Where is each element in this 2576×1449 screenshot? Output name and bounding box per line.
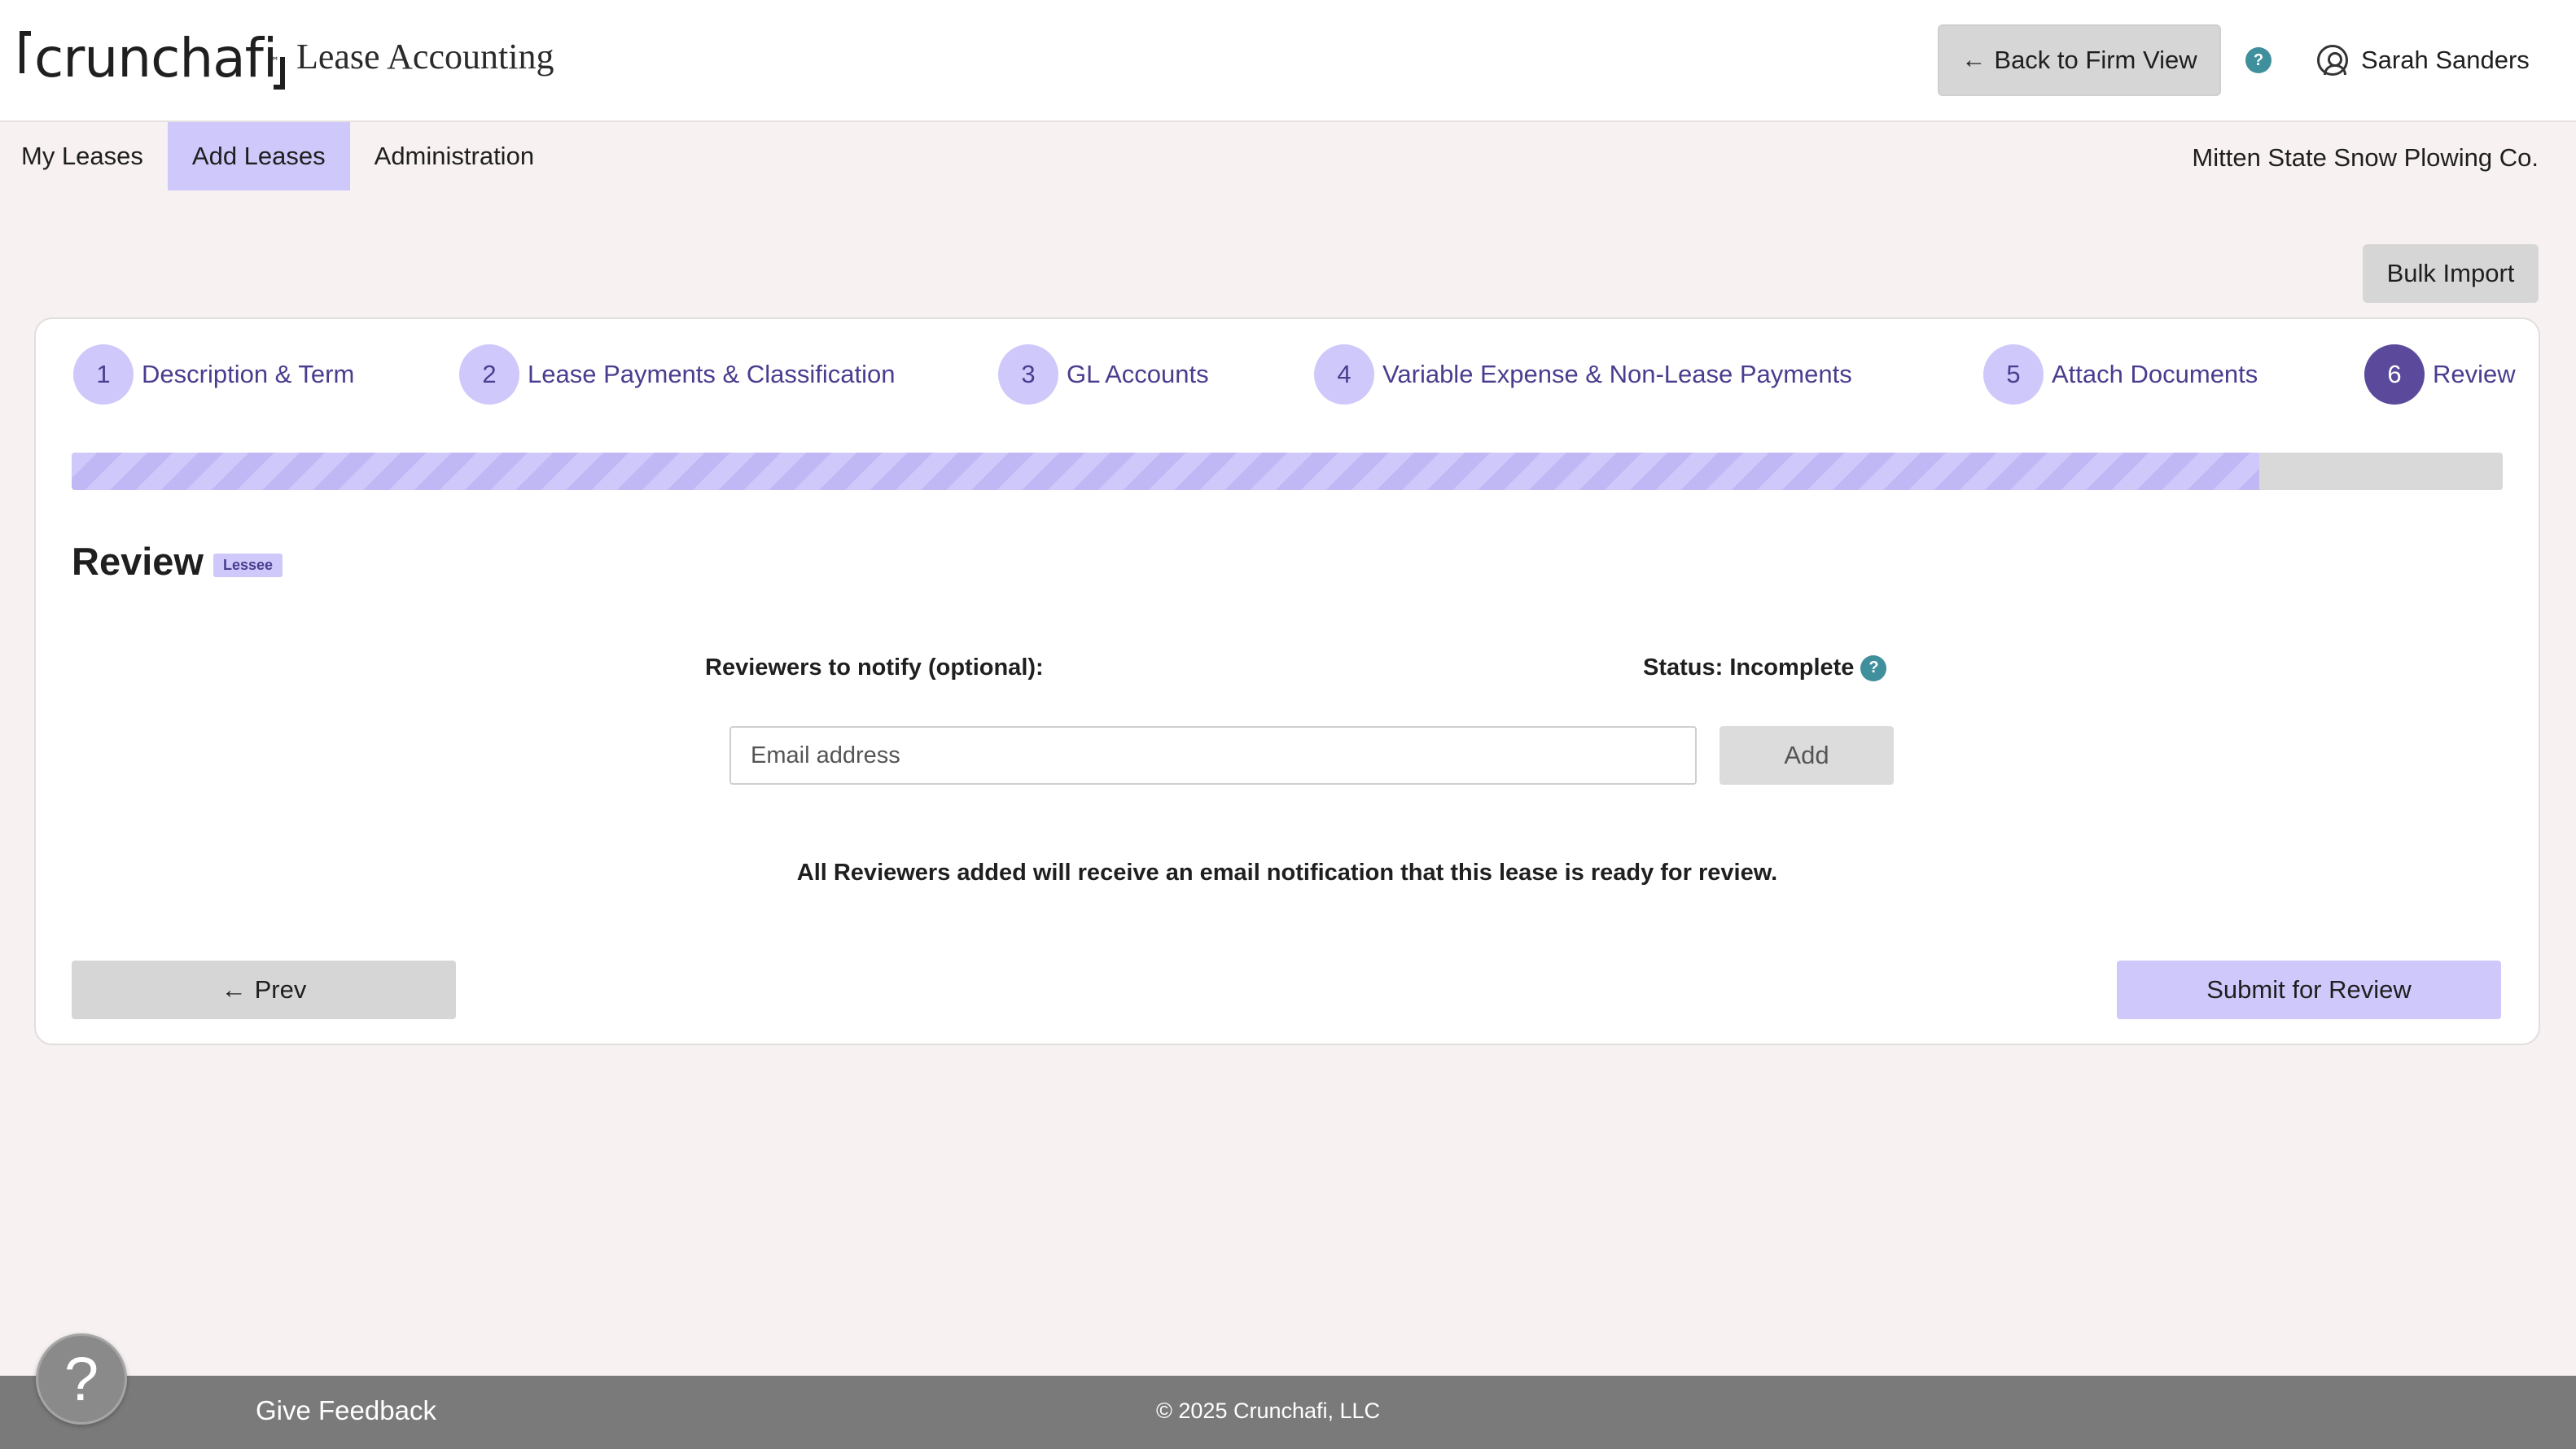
user-menu[interactable]: Sarah Sanders xyxy=(2317,41,2530,80)
reviewer-notice: All Reviewers added will receive an emai… xyxy=(796,860,1778,886)
step-label: Description & Term xyxy=(142,360,355,388)
step-variable-expense[interactable]: 4 Variable Expense & Non-Lease Payments xyxy=(1314,344,1852,405)
submit-for-review-button[interactable]: Submit for Review xyxy=(2117,961,2501,1019)
step-label: Variable Expense & Non-Lease Payments xyxy=(1382,360,1852,388)
prev-button[interactable]: ← Prev xyxy=(72,961,456,1019)
step-label: GL Accounts xyxy=(1067,360,1209,388)
step-label: Attach Documents xyxy=(2052,360,2258,388)
user-name: Sarah Sanders xyxy=(2361,46,2530,74)
step-number: 5 xyxy=(1983,344,2044,405)
logo-trademark: ™ xyxy=(268,55,279,68)
status-help-icon[interactable]: ? xyxy=(1860,654,1887,681)
step-lease-payments[interactable]: 2 Lease Payments & Classification xyxy=(459,344,895,405)
review-title-text: Review xyxy=(72,540,204,583)
step-gl-accounts[interactable]: 3 GL Accounts xyxy=(998,344,1209,405)
step-label: Review xyxy=(2433,360,2516,388)
lease-wizard-card: 1 Description & Term 2 Lease Payments & … xyxy=(34,317,2540,1045)
lessee-badge: Lessee xyxy=(212,554,283,577)
prev-label: Prev xyxy=(254,975,307,1004)
wizard-steps: 1 Description & Term 2 Lease Payments & … xyxy=(73,344,2516,405)
user-avatar-icon xyxy=(2317,45,2348,76)
wizard-progress-bar xyxy=(72,453,2503,490)
nav-add-leases[interactable]: Add Leases xyxy=(167,122,350,190)
step-number: 1 xyxy=(73,344,134,405)
step-number: 3 xyxy=(998,344,1058,405)
product-name: Lease Accounting xyxy=(296,37,554,77)
page-title: Review Lessee xyxy=(72,539,283,584)
reviewer-email-input[interactable] xyxy=(729,726,1697,785)
logo-bracket-mark xyxy=(20,31,31,73)
status-text: Status: Incomplete xyxy=(1643,654,1855,681)
step-attach-documents[interactable]: 5 Attach Documents xyxy=(1983,344,2258,405)
crunchafi-logo[interactable]: crunchafi ™ xyxy=(20,24,286,93)
step-description-term[interactable]: 1 Description & Term xyxy=(73,344,354,405)
progress-fill xyxy=(72,453,2260,490)
company-name: Mitten State Snow Plowing Co. xyxy=(2192,143,2539,172)
footer: Give Feedback © 2025 Crunchafi, LLC xyxy=(0,1376,2576,1449)
back-to-firm-view-label: Back to Firm View xyxy=(1994,46,2197,74)
reviewers-label: Reviewers to notify (optional): xyxy=(705,654,1044,681)
step-number: 6 xyxy=(2364,344,2425,405)
give-feedback-link[interactable]: Give Feedback xyxy=(256,1395,436,1426)
help-icon[interactable]: ? xyxy=(2245,47,2272,73)
logo-wordmark: crunchafi xyxy=(34,27,278,90)
help-fab-button[interactable]: ? xyxy=(36,1333,127,1425)
bulk-import-button[interactable]: Bulk Import xyxy=(2363,244,2539,303)
status-indicator: Status: Incomplete ? xyxy=(1643,654,1887,681)
nav-my-leases[interactable]: My Leases xyxy=(0,122,168,190)
step-number: 2 xyxy=(459,344,519,405)
step-number: 4 xyxy=(1314,344,1374,405)
arrow-left-icon: ← xyxy=(221,975,247,1004)
main-nav: My Leases Add Leases Administration xyxy=(0,122,559,190)
top-header: crunchafi ™ Lease Accounting ← Back to F… xyxy=(0,0,2576,122)
add-reviewer-button[interactable]: Add xyxy=(1720,726,1894,785)
nav-administration[interactable]: Administration xyxy=(350,122,559,190)
step-review[interactable]: 6 Review xyxy=(2364,344,2516,405)
copyright-text: © 2025 Crunchafi, LLC xyxy=(1156,1399,1381,1423)
arrow-left-icon: ← xyxy=(1961,46,1987,73)
step-label: Lease Payments & Classification xyxy=(528,360,896,388)
back-to-firm-view-button[interactable]: ← Back to Firm View xyxy=(1938,24,2221,96)
